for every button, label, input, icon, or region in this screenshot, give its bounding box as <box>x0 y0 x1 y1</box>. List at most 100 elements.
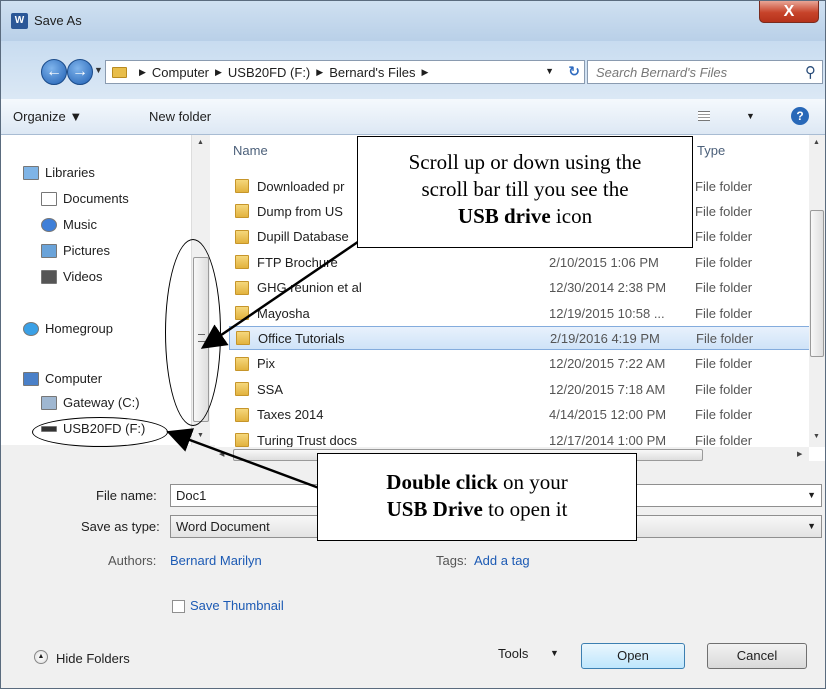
tools-menu[interactable]: Tools <box>498 646 528 661</box>
breadcrumb-computer[interactable]: Computer <box>152 65 209 80</box>
chevron-right-icon[interactable]: ▶ <box>316 67 323 78</box>
file-date-modified: 2/10/2015 1:06 PM <box>549 254 659 270</box>
callout-text: to open it <box>482 497 568 521</box>
address-bar[interactable]: ▶ Computer ▶ USB20FD (F:) ▶ Bernard's Fi… <box>105 60 585 84</box>
scroll-down-icon[interactable]: ▼ <box>197 432 204 439</box>
save-thumbnail-checkbox[interactable] <box>172 600 185 613</box>
file-row[interactable]: Office Tutorials 2/19/2016 4:19 PM File fo… <box>229 326 822 351</box>
chevron-down-icon[interactable]: ▼ <box>807 521 816 531</box>
address-row: ← → ▼ ▶ Computer ▶ USB20FD (F:) ▶ Bernar… <box>1 41 825 99</box>
scroll-down-icon[interactable]: ▼ <box>813 433 820 440</box>
file-date-modified: 12/30/2014 2:38 PM <box>549 280 667 296</box>
authors-value[interactable]: Bernard Marilyn <box>170 553 262 568</box>
chevron-right-icon[interactable]: ▶ <box>215 67 222 78</box>
file-row[interactable]: SSA 12/20/2015 7:18 AM File folder <box>229 377 822 401</box>
music-icon <box>41 217 57 232</box>
search-placeholder: Search Bernard's Files <box>596 65 728 80</box>
folder-icon <box>112 66 127 78</box>
callout-bold: USB drive <box>457 204 551 228</box>
file-name: GHG reunion et al <box>257 280 362 296</box>
file-row[interactable]: FTP Brochure 2/10/2015 1:06 PM File folder <box>229 250 822 274</box>
tools-dropdown-icon[interactable]: ▼ <box>550 648 559 658</box>
refresh-icon[interactable]: ↻ <box>568 63 580 80</box>
help-icon[interactable]: ? <box>791 107 809 125</box>
callout-bold: Double click <box>386 470 498 494</box>
scrollbar-highlight-oval <box>165 239 221 426</box>
file-type: File folder <box>695 356 753 372</box>
folder-icon <box>235 407 249 422</box>
file-type: File folder <box>695 407 753 423</box>
nav-item-pictures[interactable]: Pictures <box>41 243 110 258</box>
file-date-modified: 12/20/2015 7:22 AM <box>549 356 666 372</box>
pictures-icon <box>41 243 57 258</box>
nav-item-gateway-c[interactable]: Gateway (C:) <box>41 395 140 410</box>
file-row[interactable]: Mayosha 12/19/2015 10:58 ... File folder <box>229 301 822 325</box>
libraries-icon <box>23 165 39 180</box>
organize-button[interactable]: Organize ▼ <box>13 109 82 124</box>
chevron-right-icon[interactable]: ▶ <box>421 67 428 78</box>
file-name: Turing Trust docs <box>257 432 357 448</box>
nav-item-documents[interactable]: Documents <box>41 191 129 206</box>
file-name: Dump from US <box>257 203 343 219</box>
scroll-up-icon[interactable]: ▲ <box>197 139 204 146</box>
nav-item-homegroup[interactable]: Homegroup <box>23 321 113 336</box>
cancel-button[interactable]: Cancel <box>707 643 807 669</box>
chevron-right-icon[interactable]: ▶ <box>139 67 146 78</box>
file-date-modified: 12/19/2015 10:58 ... <box>549 305 665 321</box>
file-type: File folder <box>695 254 753 270</box>
scroll-right-icon[interactable]: ▶ <box>797 450 802 458</box>
open-button[interactable]: Open <box>581 643 685 669</box>
callout-text: icon <box>550 204 593 228</box>
folder-icon <box>235 433 249 447</box>
documents-icon <box>41 191 57 206</box>
scroll-left-icon[interactable]: ◀ <box>219 450 224 458</box>
breadcrumb-bernards-files[interactable]: Bernard's Files <box>329 65 415 80</box>
close-button[interactable]: X <box>759 1 819 23</box>
search-input[interactable]: Search Bernard's Files ⚲ <box>587 60 823 84</box>
folder-icon <box>235 280 249 295</box>
file-type: File folder <box>695 229 753 245</box>
file-name: Dupill Database <box>257 229 349 245</box>
file-type: File folder <box>696 330 754 346</box>
command-toolbar: Organize ▼ New folder ▼ ? <box>1 99 825 135</box>
view-options-icon[interactable] <box>698 111 710 121</box>
forward-button[interactable]: → <box>67 59 93 85</box>
file-list-scrollbar[interactable]: ▲ ▼ <box>809 135 825 447</box>
back-button[interactable]: ← <box>41 59 67 85</box>
nav-item-videos[interactable]: Videos <box>41 269 103 284</box>
view-dropdown-icon[interactable]: ▼ <box>746 111 755 121</box>
folder-icon <box>235 255 249 270</box>
file-name: Mayosha <box>257 305 310 321</box>
file-row[interactable]: Taxes 2014 4/14/2015 12:00 PM File folder <box>229 403 822 427</box>
folder-icon <box>236 331 250 346</box>
save-thumbnail-label[interactable]: Save Thumbnail <box>190 598 284 613</box>
computer-icon <box>23 371 39 386</box>
file-scroll-thumb[interactable] <box>810 210 824 357</box>
hide-folders-button[interactable]: Hide Folders <box>56 651 130 666</box>
nav-item-music[interactable]: Music <box>41 217 97 232</box>
tags-input[interactable]: Add a tag <box>474 553 530 568</box>
videos-icon <box>41 269 57 284</box>
file-row[interactable]: Pix 12/20/2015 7:22 AM File folder <box>229 352 822 376</box>
search-icon[interactable]: ⚲ <box>805 63 816 81</box>
file-date-modified: 12/20/2015 7:18 AM <box>549 381 666 397</box>
chevron-up-icon[interactable]: ▲ <box>34 650 48 664</box>
chevron-down-icon[interactable]: ▼ <box>807 490 816 500</box>
folder-icon <box>235 179 249 193</box>
nav-item-libraries[interactable]: Libraries <box>23 165 95 180</box>
folder-icon <box>235 306 249 320</box>
column-header-name[interactable]: Name <box>233 143 268 158</box>
column-header-type[interactable]: Type <box>697 143 725 158</box>
scroll-up-icon[interactable]: ▲ <box>813 139 820 146</box>
callout-text: on your <box>497 470 568 494</box>
breadcrumb-usb[interactable]: USB20FD (F:) <box>228 65 310 80</box>
scroll-instruction-callout: Scroll up or down using the scroll bar t… <box>357 136 693 248</box>
file-type: File folder <box>695 305 753 321</box>
new-folder-button[interactable]: New folder <box>149 109 211 124</box>
history-dropdown-icon[interactable]: ▼ <box>94 65 103 75</box>
file-name: FTP Brochure <box>257 254 338 270</box>
address-dropdown-icon[interactable]: ▼ <box>545 66 554 76</box>
word-app-icon: W <box>11 13 28 29</box>
nav-item-computer[interactable]: Computer <box>23 371 102 386</box>
file-row[interactable]: GHG reunion et al 12/30/2014 2:38 PM File … <box>229 276 822 300</box>
